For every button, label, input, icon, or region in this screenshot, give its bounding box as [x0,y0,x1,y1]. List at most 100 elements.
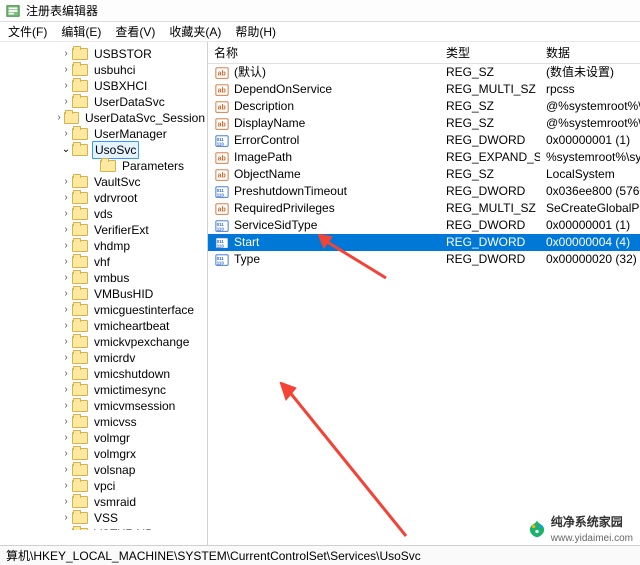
tree-item[interactable]: ›vhf [0,254,207,270]
value-row[interactable]: ab(默认)REG_SZ(数值未设置) [208,64,640,81]
tree-item[interactable]: ›vmicvss [0,414,207,430]
tree-item[interactable]: ›VMBusHID [0,286,207,302]
chevron-right-icon[interactable]: › [60,446,72,462]
chevron-right-icon[interactable]: › [60,350,72,366]
tree-item[interactable]: ›usbuhci [0,62,207,78]
tree-item[interactable]: ⌄UsoSvc [0,142,207,158]
value-name: Type [234,251,260,268]
tree-item[interactable]: ›VaultSvc [0,174,207,190]
value-type: REG_DWORD [440,132,540,149]
chevron-right-icon[interactable]: › [60,398,72,414]
value-row[interactable]: abRequiredPrivilegesREG_MULTI_SZSeCreate… [208,200,640,217]
value-row[interactable]: 011110StartREG_DWORD0x00000004 (4) [208,234,640,251]
chevron-right-icon[interactable]: › [60,414,72,430]
tree-item[interactable]: ›vmickvpexchange [0,334,207,350]
value-name: DisplayName [234,115,305,132]
value-row[interactable]: abDependOnServiceREG_MULTI_SZrpcss [208,81,640,98]
value-data: rpcss [540,81,640,98]
menu-fav[interactable]: 收藏夹(A) [169,23,221,40]
tree-item[interactable]: ›vmbus [0,270,207,286]
tree-item[interactable]: › VSS [0,510,207,526]
chevron-down-icon[interactable]: ⌄ [60,142,72,158]
chevron-right-icon[interactable]: › [60,206,72,222]
tree-item[interactable]: ›vmictimesync [0,382,207,398]
tree-item[interactable]: ›volsnap [0,462,207,478]
chevron-right-icon[interactable]: › [60,78,72,94]
tree-item[interactable]: ›VerifierExt [0,222,207,238]
chevron-right-icon[interactable]: › [60,94,72,110]
tree-item[interactable]: ›vmicshutdown [0,366,207,382]
tree-item[interactable]: ›vmicguestinterface [0,302,207,318]
value-row[interactable]: abImagePathREG_EXPAND_SZ%systemroot%\sys [208,149,640,166]
tree-item[interactable]: › vmicrdv [0,350,207,366]
tree-item-label: VSS [92,510,120,526]
tree-item[interactable]: ›vhdmp [0,238,207,254]
tree-scroll[interactable]: ›USBSTOR›usbuhci›USBXHCI›UserDataSvc›Use… [0,46,207,530]
tree-item[interactable]: › USBXHCI [0,78,207,94]
tree-item[interactable]: ›vpci [0,478,207,494]
chevron-right-icon[interactable]: › [60,286,72,302]
chevron-right-icon[interactable]: › [60,46,72,62]
chevron-right-icon[interactable]: › [60,126,72,142]
col-header-name[interactable]: 名称 [208,44,440,61]
chevron-right-icon[interactable]: › [60,174,72,190]
chevron-right-icon[interactable]: › [60,62,72,78]
value-data: 0x00000004 (4) [540,234,640,251]
tree-item[interactable]: ›vdrvroot [0,190,207,206]
chevron-right-icon[interactable]: › [60,478,72,494]
watermark-brand: 纯净系统家园 [551,515,623,529]
tree-item-label: Parameters [120,158,186,174]
tree-item[interactable]: Parameters [0,158,207,174]
chevron-right-icon[interactable]: › [60,366,72,382]
svg-text:ab: ab [218,172,226,179]
menu-view[interactable]: 查看(V) [115,23,155,40]
col-header-data[interactable]: 数据 [540,44,640,61]
value-name: (默认) [234,64,266,81]
chevron-right-icon[interactable]: › [60,302,72,318]
tree-item[interactable]: ›UserDataSvc_Session [0,110,207,126]
chevron-right-icon[interactable]: › [60,494,72,510]
chevron-right-icon[interactable]: › [60,526,72,530]
tree-item[interactable]: ›USBSTOR [0,46,207,62]
tree-item[interactable]: ›vds [0,206,207,222]
value-row[interactable]: 011110PreshutdownTimeoutREG_DWORD0x036ee… [208,183,640,200]
menu-file[interactable]: 文件(F) [8,23,47,40]
chevron-right-icon[interactable]: › [60,462,72,478]
tree-item-label: vmicrdv [92,350,137,366]
folder-icon [72,288,88,300]
tree-item[interactable]: ›volmgrx [0,446,207,462]
chevron-right-icon[interactable]: › [60,254,72,270]
menu-help[interactable]: 帮助(H) [235,23,276,40]
chevron-right-icon[interactable]: › [60,270,72,286]
tree-item[interactable]: ›VSTXRAID [0,526,207,530]
tree-item[interactable]: › vmicvmsession [0,398,207,414]
tree-item[interactable]: › UserManager [0,126,207,142]
chevron-right-icon[interactable]: › [60,318,72,334]
chevron-right-icon[interactable]: › [60,190,72,206]
chevron-right-icon[interactable]: › [60,222,72,238]
menu-edit[interactable]: 编辑(E) [61,23,101,40]
folder-icon [72,64,88,76]
value-row[interactable]: abObjectNameREG_SZLocalSystem [208,166,640,183]
watermark-logo-icon [527,519,547,539]
value-row[interactable]: 011110ErrorControlREG_DWORD0x00000001 (1… [208,132,640,149]
chevron-right-icon[interactable]: › [60,334,72,350]
tree-item-label: vmicvmsession [92,398,177,414]
col-header-type[interactable]: 类型 [440,44,540,61]
value-row[interactable]: 011110TypeREG_DWORD0x00000020 (32) [208,251,640,268]
chevron-right-icon[interactable]: › [54,110,65,126]
tree-item-label: UserManager [92,126,169,142]
value-row[interactable]: abDisplayNameREG_SZ@%systemroot%\sy [208,115,640,132]
chevron-right-icon[interactable]: › [60,430,72,446]
chevron-right-icon[interactable]: › [60,238,72,254]
chevron-right-icon[interactable]: › [60,510,72,526]
tree-item[interactable]: ›volmgr [0,430,207,446]
status-path: 算机\HKEY_LOCAL_MACHINE\SYSTEM\CurrentCont… [6,547,421,564]
tree-item[interactable]: ›vmicheartbeat [0,318,207,334]
tree-item[interactable]: ›UserDataSvc [0,94,207,110]
chevron-right-icon[interactable]: › [60,382,72,398]
tree-item-label: USBXHCI [92,78,149,94]
value-row[interactable]: 011110ServiceSidTypeREG_DWORD0x00000001 … [208,217,640,234]
value-row[interactable]: abDescriptionREG_SZ@%systemroot%\sy [208,98,640,115]
tree-item[interactable]: ›vsmraid [0,494,207,510]
